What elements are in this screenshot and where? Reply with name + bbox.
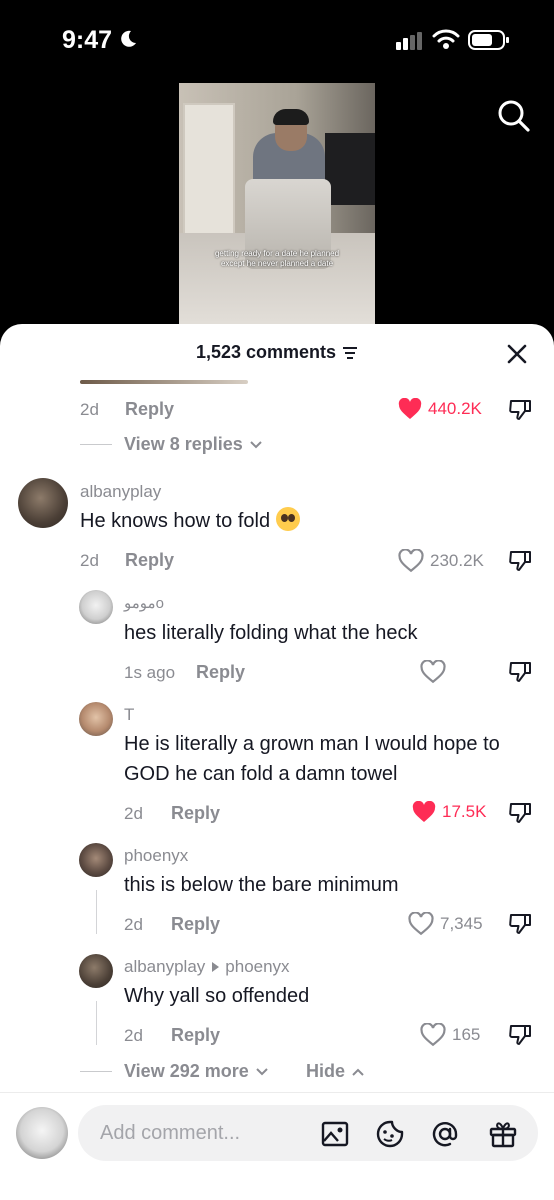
avatar[interactable] [18, 478, 68, 528]
like-button[interactable]: 165 [420, 1023, 480, 1047]
dislike-icon[interactable] [508, 398, 532, 422]
heart-icon [420, 1023, 446, 1047]
dislike-icon[interactable] [508, 660, 532, 684]
image-icon[interactable] [320, 1119, 350, 1149]
reply-time: 1s ago [124, 663, 176, 682]
comment-text-label: He knows how to fold [80, 510, 271, 532]
dislike-icon[interactable] [508, 1023, 532, 1047]
comment-count: 1,523 comments [195, 342, 337, 362]
reply-time: 2d [124, 804, 143, 823]
reply-text: hes literally folding what the heck [124, 622, 418, 644]
search-icon[interactable] [496, 98, 532, 134]
view-more-button[interactable]: View 292 more [124, 1061, 269, 1082]
reply-time: 2d [124, 915, 143, 934]
like-count: 230.2K [430, 551, 484, 570]
view-replies-label: View 8 replies [124, 434, 243, 454]
replies-divider [80, 444, 112, 445]
reply-username[interactable]: albanyplay phoenyx [124, 957, 290, 977]
comment-input[interactable] [100, 1105, 310, 1161]
heart-icon [408, 912, 434, 936]
thread-line [96, 1001, 97, 1045]
reply-username[interactable]: phoenyx [124, 846, 188, 866]
video-person-cap [273, 109, 309, 125]
avatar[interactable] [79, 590, 113, 624]
hide-button[interactable]: Hide [306, 1061, 365, 1082]
reply-text: Why yall so offended [124, 985, 310, 1007]
reply-button[interactable]: Reply [171, 914, 220, 935]
reply-time: 2d [124, 1026, 143, 1045]
status-time: 9:47 [62, 26, 113, 54]
like-count: 17.5K [442, 802, 487, 821]
comment-composer [0, 1092, 554, 1200]
like-count: 165 [452, 1025, 481, 1044]
thread-line [96, 890, 97, 934]
dislike-icon[interactable] [508, 801, 532, 825]
comments-sheet: 1,523 comments 2d Reply 440.2K View 8 re… [0, 324, 554, 1200]
heart-icon [420, 660, 446, 684]
heart-icon [412, 801, 436, 822]
dislike-icon[interactable] [508, 912, 532, 936]
close-icon[interactable] [505, 342, 529, 366]
username-label: T [124, 705, 135, 724]
chevron-up-icon [352, 1068, 364, 1076]
reply-arrow-icon [212, 962, 220, 972]
comment-count-sort[interactable]: 1,523 comments [196, 342, 358, 363]
at-icon[interactable] [430, 1119, 460, 1149]
video-tv [325, 133, 375, 205]
like-button[interactable]: 230.2K [398, 549, 484, 573]
reply-text: He is literally a grown man I would hope… [124, 733, 500, 785]
reply-to-label: phoenyx [225, 957, 290, 976]
username-label: albanyplay [80, 482, 162, 501]
video-door [183, 103, 235, 253]
like-button[interactable] [420, 660, 446, 684]
my-avatar[interactable] [16, 1107, 68, 1159]
view-replies-button[interactable]: View 8 replies [124, 434, 263, 455]
like-button[interactable]: 440.2K [398, 398, 482, 420]
battery-icon [468, 30, 509, 50]
heart-icon [398, 398, 422, 419]
username-label: albanyplay [124, 957, 206, 976]
chevron-down-icon [256, 1067, 268, 1075]
reply-button[interactable]: Reply [171, 803, 220, 824]
pleading-face-emoji-icon [275, 507, 300, 531]
username-label: موموo [124, 595, 164, 612]
reply-button[interactable]: Reply [196, 662, 245, 683]
replies-divider [80, 1071, 112, 1072]
previous-comment-media [80, 380, 248, 384]
like-button[interactable]: 7,345 [408, 912, 483, 936]
chevron-down-icon [250, 440, 262, 448]
signal-icon [396, 32, 422, 50]
like-count: 7,345 [440, 914, 483, 933]
comment-username[interactable]: albanyplay [80, 482, 161, 502]
video-preview[interactable]: getting ready for a date he planned exce… [179, 83, 375, 327]
gift-icon[interactable] [488, 1119, 518, 1149]
comment-text: He knows how to fold [80, 506, 300, 536]
dislike-icon[interactable] [508, 549, 532, 573]
heart-icon [398, 549, 424, 573]
view-more-label: View 292 more [124, 1061, 249, 1081]
username-label: phoenyx [124, 846, 189, 865]
comment-time: 2d [80, 551, 99, 570]
reply-text: this is below the bare minimum [124, 874, 399, 896]
sheet-header: 1,523 comments [0, 342, 554, 363]
video-caption: getting ready for a date he planned exce… [214, 249, 340, 268]
reply-username[interactable]: T [124, 705, 134, 725]
wifi-icon [432, 29, 460, 49]
reply-button[interactable]: Reply [171, 1025, 220, 1046]
comment-input-pill[interactable] [78, 1105, 538, 1161]
moon-icon [121, 30, 136, 47]
avatar[interactable] [79, 954, 113, 988]
reply-button[interactable]: Reply [125, 399, 174, 420]
like-button[interactable]: 17.5K [412, 801, 486, 823]
reply-username[interactable]: موموo [124, 594, 164, 612]
avatar[interactable] [79, 843, 113, 877]
comment-time: 2d [80, 400, 99, 419]
like-count: 440.2K [428, 399, 482, 418]
hide-label: Hide [306, 1061, 346, 1081]
emoji-sticker-icon[interactable] [375, 1119, 405, 1149]
status-bar: 9:47 [0, 0, 554, 80]
avatar[interactable] [79, 702, 113, 736]
sort-icon [343, 346, 358, 359]
reply-button[interactable]: Reply [125, 550, 174, 571]
